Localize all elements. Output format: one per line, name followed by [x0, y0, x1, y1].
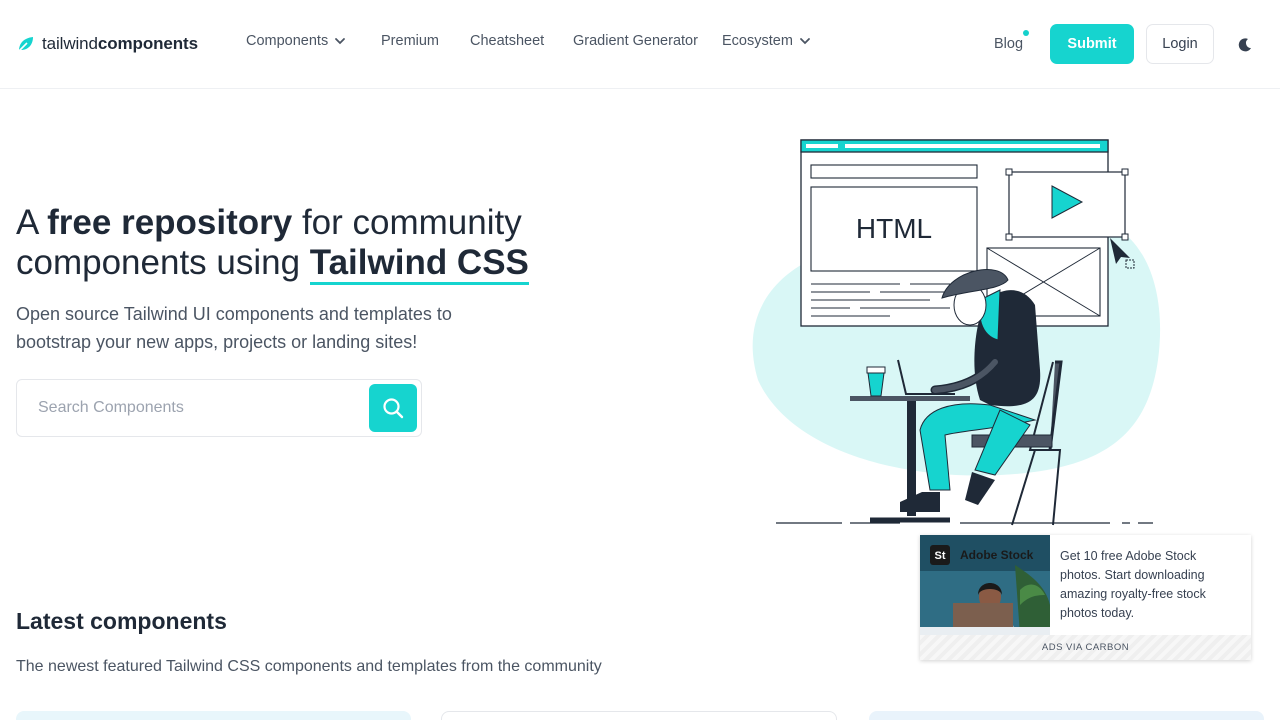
ad-footer[interactable]: ADS VIA CARBON	[920, 635, 1251, 660]
leaf-icon	[18, 37, 33, 52]
adobe-stock-logo-text: Adobe Stock	[960, 548, 1034, 562]
nav-gradient-generator-label: Gradient Generator	[573, 33, 698, 49]
latest-components-subtitle: The newest featured Tailwind CSS compone…	[16, 658, 602, 675]
component-card[interactable]	[441, 711, 837, 720]
nav-premium-label: Premium	[381, 33, 440, 49]
logo-text: tailwindcomponents	[42, 34, 198, 53]
chevron-down-icon	[335, 38, 346, 45]
nav-blog[interactable]: Blog	[994, 36, 1023, 52]
site-logo[interactable]: tailwindcomponents	[16, 31, 198, 57]
search-box	[16, 379, 422, 437]
adobe-stock-badge-text: St	[935, 550, 946, 562]
search-icon	[383, 398, 404, 419]
search-button[interactable]	[369, 384, 417, 432]
latest-components-title: Latest components	[16, 608, 227, 634]
hero-title-part1: A	[16, 203, 48, 242]
nav-ecosystem-label: Ecosystem	[722, 33, 793, 49]
html-label: HTML	[856, 213, 932, 244]
nav-components[interactable]: Components	[246, 33, 346, 49]
moon-icon[interactable]	[1236, 36, 1254, 54]
hero-illustration: HTML	[752, 139, 1161, 526]
chevron-down-icon	[800, 38, 810, 45]
component-card[interactable]	[869, 711, 1264, 720]
hero-title: A free repository for community componen…	[16, 203, 576, 285]
hero-title-bold: free repository	[47, 203, 293, 242]
search-input[interactable]	[18, 381, 368, 435]
nav-cheatsheet[interactable]: Cheatsheet	[470, 33, 544, 49]
nav-components-label: Components	[246, 33, 329, 49]
login-button[interactable]: Login	[1146, 24, 1214, 64]
hero-title-brand: Tailwind CSS	[309, 243, 529, 285]
nav-premium[interactable]: Premium	[381, 33, 439, 49]
ad-text[interactable]: Get 10 free Adobe Stock photos. Start do…	[1060, 547, 1240, 623]
nav-ecosystem[interactable]: Ecosystem	[722, 33, 811, 49]
nav-gradient-generator[interactable]: Gradient Generator	[573, 33, 698, 49]
carbon-ad[interactable]: St Adobe Stock Get 10 free Adobe Stock p…	[920, 535, 1251, 660]
hero-subtitle: Open source Tailwind UI components and t…	[16, 304, 452, 352]
blog-notification-dot	[1023, 30, 1029, 36]
ad-image[interactable]: St Adobe Stock	[920, 535, 1050, 635]
site-header: tailwindcomponents Components Premium Ch…	[0, 0, 1280, 89]
submit-button[interactable]: Submit	[1050, 24, 1134, 64]
nav-cheatsheet-label: Cheatsheet	[470, 33, 545, 49]
component-card[interactable]	[16, 711, 411, 720]
ad-photo: St Adobe Stock	[920, 535, 1050, 635]
